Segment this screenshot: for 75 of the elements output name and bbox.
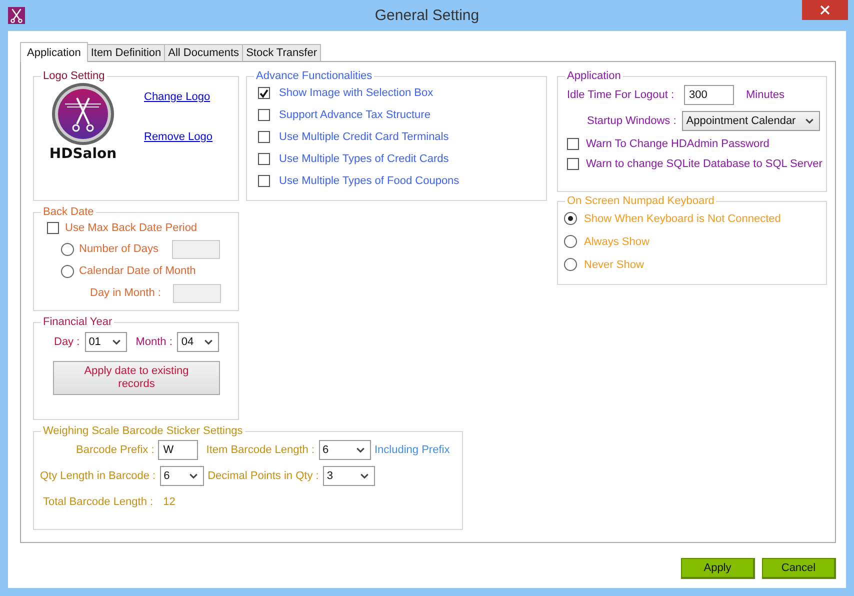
field-label: Barcode Prefix : [76, 444, 154, 456]
field-label: Day : [54, 336, 80, 348]
chevron-icon [360, 473, 369, 479]
link[interactable]: Remove Logo [144, 131, 212, 143]
input-field[interactable] [173, 284, 221, 302]
checkbox[interactable] [258, 153, 270, 165]
unit-label: Minutes [746, 89, 785, 101]
group-title: Logo Setting [42, 70, 106, 82]
input-field[interactable]: W [158, 440, 198, 460]
checkbox-label: Use Multiple Types of Credit Cards [279, 153, 449, 165]
group-title: Financial Year [42, 316, 114, 328]
group-title: Advance Functionalities [255, 70, 374, 82]
radio-button[interactable] [61, 264, 74, 278]
link[interactable]: Change Logo [144, 91, 212, 103]
input-field[interactable] [172, 240, 220, 258]
group-title: Weighing Scale Barcode Sticker Settings [42, 425, 244, 437]
group-title: Back Date [42, 206, 95, 218]
checkbox[interactable] [258, 131, 270, 143]
checkbox[interactable] [567, 158, 579, 170]
checkbox[interactable] [258, 87, 270, 99]
field-label: Startup Windows : [587, 115, 676, 127]
checkbox[interactable] [258, 109, 270, 121]
checkbox-label: Use Multiple Credit Card Terminals [279, 131, 449, 143]
group-title: On Screen Numpad Keyboard [566, 195, 716, 207]
total-value: 12 [163, 496, 176, 508]
dialog-button[interactable]: Apply [681, 558, 755, 579]
checkbox-label: Warn To Change HDAdmin Password [586, 138, 770, 150]
radio-label: Show When Keyboard is Not Connected [584, 212, 781, 224]
dropdown[interactable]: 01 [84, 332, 127, 352]
group-title: Application [566, 70, 622, 82]
dropdown[interactable]: 04 [177, 332, 220, 352]
dropdown[interactable]: Appointment Calendar [682, 111, 820, 131]
chevron-icon [112, 339, 121, 345]
chevron-icon [805, 118, 814, 124]
hint-text: Including Prefix [374, 444, 450, 456]
checkbox[interactable] [567, 138, 579, 150]
checkbox[interactable] [258, 175, 270, 187]
checkbox-label: Support Advance Tax Structure [279, 109, 430, 121]
checkbox-label: Use Multiple Types of Food Coupons [279, 175, 460, 187]
tab[interactable]: Item Definition [86, 44, 166, 61]
field-label: Decimal Points in Qty : [208, 470, 319, 482]
scissors-icon [8, 7, 25, 24]
chevron-icon [188, 473, 198, 479]
radio-button[interactable] [564, 212, 577, 225]
chevron-icon [356, 447, 364, 453]
field-label: Total Barcode Length : [43, 496, 154, 508]
field-label: Idle Time For Logout : [567, 89, 674, 101]
window-title: General Setting [374, 7, 480, 24]
input-field[interactable]: 300 [684, 85, 734, 105]
close-icon [820, 5, 830, 15]
dialog-button[interactable]: Cancel [762, 558, 836, 579]
checkbox-label: Warn to change SQLite Database to SQL Server [586, 158, 822, 170]
radio-button[interactable] [564, 258, 577, 271]
radio-button[interactable] [564, 235, 577, 248]
radio-label: Always Show [584, 236, 650, 248]
field-label: Month : [136, 336, 172, 348]
apply-date-button[interactable]: Apply date to existing records [53, 361, 220, 395]
checkbox-label: Use Max Back Date Period [65, 222, 198, 234]
field-label: Item Barcode Length : [206, 444, 314, 456]
dropdown[interactable]: 3 [322, 466, 375, 486]
chevron-icon [204, 339, 214, 345]
radio-label: Never Show [584, 258, 644, 270]
dropdown[interactable]: 6 [160, 466, 204, 486]
tab[interactable]: Application [20, 42, 88, 62]
radio-button[interactable] [61, 242, 74, 256]
radio-label: Calendar Date of Month [79, 265, 196, 277]
tab[interactable]: All Documents [164, 44, 244, 61]
close-button[interactable] [802, 0, 848, 20]
tab[interactable]: Stock Transfer [242, 44, 321, 61]
checkbox-label: Show Image with Selection Box [279, 87, 434, 99]
field-label: Day in Month : [90, 287, 162, 299]
checkbox[interactable] [47, 222, 59, 234]
radio-label: Number of Days [79, 243, 160, 255]
dropdown[interactable]: 6 [318, 440, 370, 460]
field-label: Qty Length in Barcode : [40, 470, 156, 482]
